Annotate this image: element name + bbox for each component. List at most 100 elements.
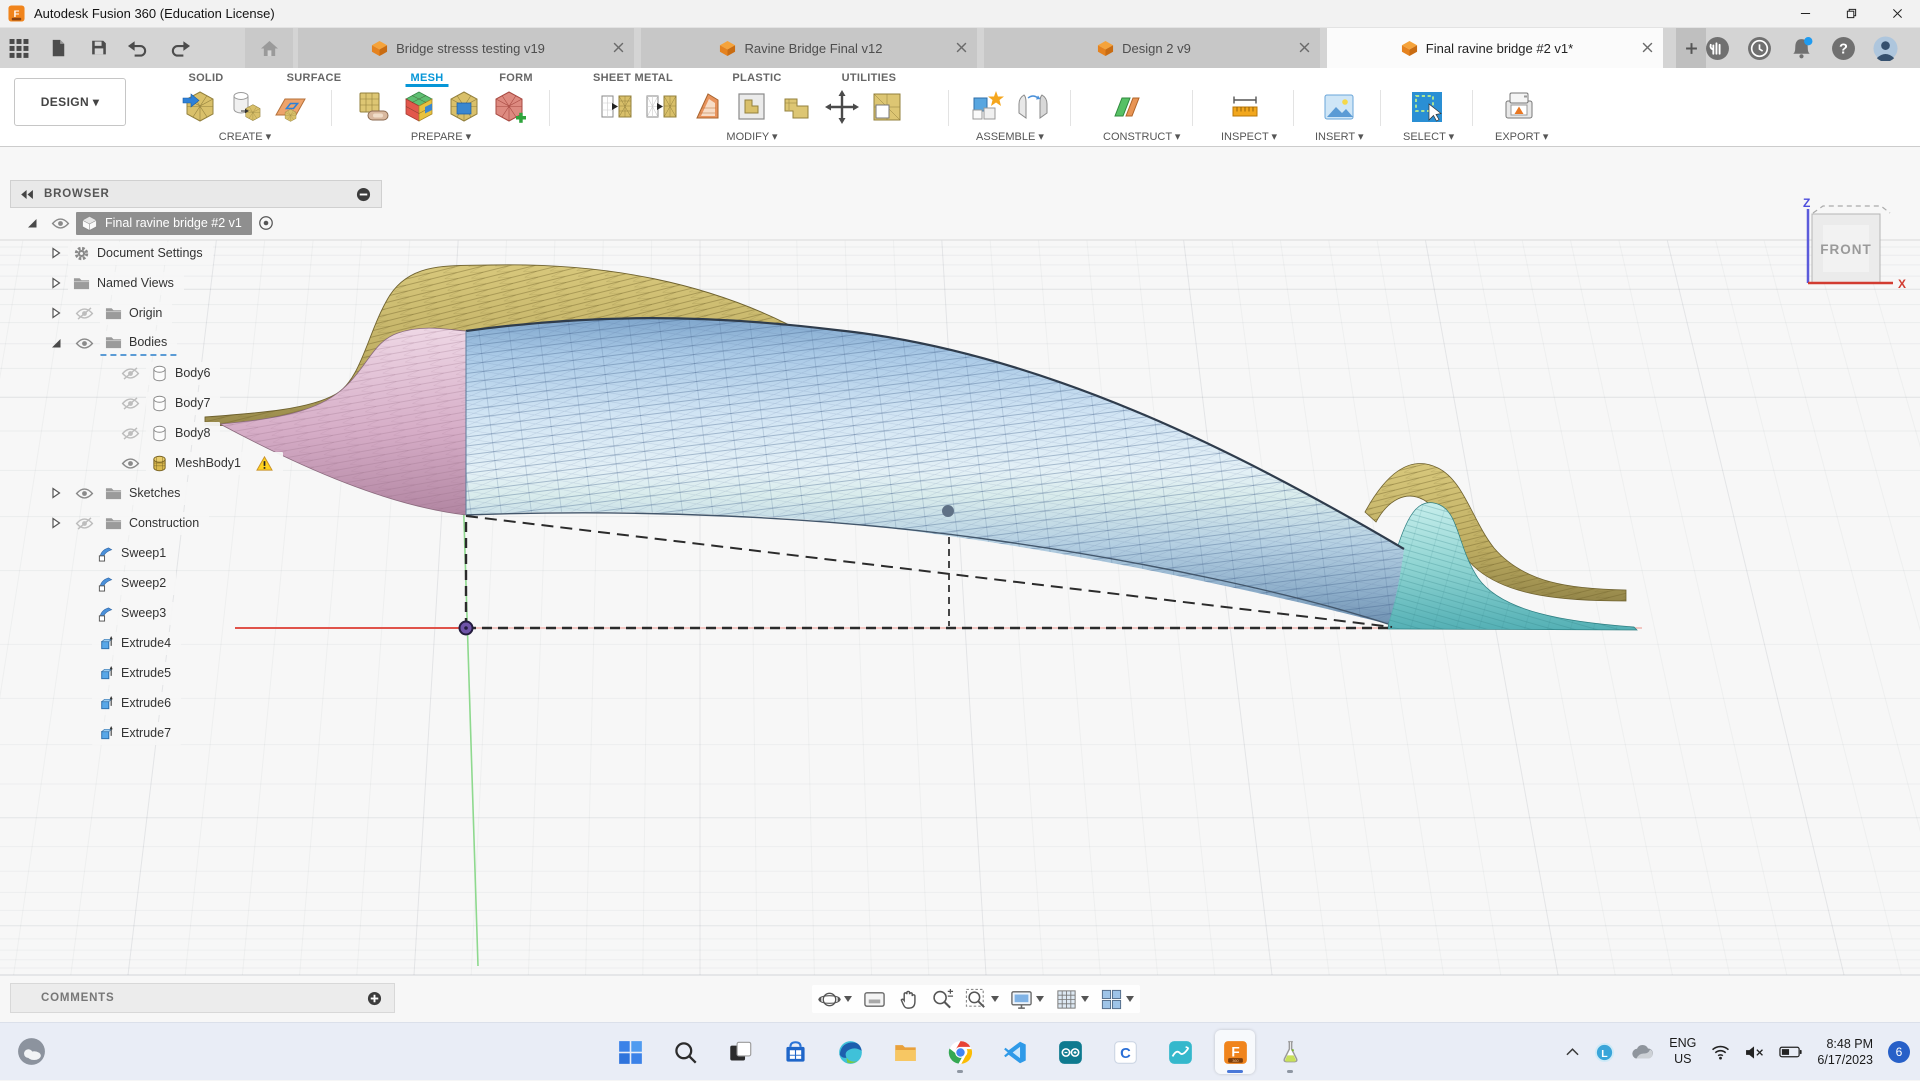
tab-close-icon[interactable] (1642, 41, 1653, 56)
tool-merge-add-button[interactable] (489, 87, 529, 127)
visibility-off-icon[interactable] (118, 367, 142, 380)
tool-reduce-button[interactable] (642, 87, 682, 127)
taskbar-vscode-button[interactable] (995, 1030, 1035, 1074)
minimize-button[interactable] (1782, 0, 1828, 27)
browser-row-document-settings[interactable]: Document Settings (50, 238, 382, 268)
document-tab-4[interactable]: Final ravine bridge #2 v1* (1327, 28, 1663, 68)
comments-bar[interactable]: COMMENTS (10, 983, 395, 1013)
tree-item[interactable]: Extrude5 (92, 662, 181, 685)
visibility-off-icon[interactable] (72, 307, 96, 320)
tree-item[interactable]: Extrude6 (92, 692, 181, 715)
group-menu-insert[interactable]: INSERT ▾ (1315, 130, 1363, 143)
browser-header[interactable]: BROWSER (10, 180, 382, 208)
tool-insert-image-button[interactable] (1319, 87, 1359, 127)
tool-remesh-button[interactable] (597, 87, 637, 127)
workspace-selector[interactable]: DESIGN ▾ (14, 78, 126, 126)
browser-row-body8[interactable]: Body8 (96, 418, 382, 448)
browser-row-extrude4[interactable]: Extrude4 (74, 628, 382, 658)
browser-row-extrude7[interactable]: Extrude7 (74, 718, 382, 748)
tree-item[interactable]: Body6 (146, 362, 220, 385)
notification-bell-button[interactable] (1789, 36, 1814, 61)
ribbon-tab-form[interactable]: FORM (494, 70, 538, 87)
tab-close-icon[interactable] (956, 41, 967, 56)
tray-battery-button[interactable] (1779, 1046, 1802, 1058)
nav-display-settings-button[interactable] (1010, 988, 1044, 1011)
browser-row-sweep3[interactable]: Sweep3 (74, 598, 382, 628)
taskbar-flask-app-button[interactable] (1270, 1030, 1310, 1074)
taskbar-c-app-button[interactable]: C (1105, 1030, 1145, 1074)
group-menu-prepare[interactable]: PREPARE ▾ (343, 130, 539, 143)
tree-item[interactable]: Named Views (68, 272, 184, 295)
tool-measure-button[interactable] (1225, 87, 1265, 127)
expander-closed-icon[interactable] (50, 247, 64, 259)
taskbar-sketch-app-button[interactable] (1160, 1030, 1200, 1074)
bridge-mesh-body[interactable] (466, 318, 1404, 624)
ribbon-tab-sheet-metal[interactable]: SHEET METAL (588, 70, 678, 87)
tool-mesh-section-button[interactable] (270, 87, 310, 127)
taskbar-fusion-360-button[interactable]: F360 (1215, 1030, 1255, 1074)
visibility-on-icon[interactable] (72, 337, 96, 350)
document-tab-2[interactable]: Ravine Bridge Final v12 (641, 28, 977, 68)
visibility-on-icon[interactable] (118, 457, 142, 470)
taskbar-windows-start-button[interactable] (610, 1030, 650, 1074)
tray-volume-mute-button[interactable] (1745, 1045, 1764, 1060)
nav-fit-button[interactable] (965, 988, 999, 1011)
ribbon-tab-plastic[interactable]: PLASTIC (727, 70, 786, 87)
viewport-3d[interactable]: FRONT Z X BROWSER Final ravine bridge #2… (0, 147, 1920, 1022)
browser-row-body7[interactable]: Body7 (96, 388, 382, 418)
browser-row-final-ravine-bridge-2-v1[interactable]: Final ravine bridge #2 v1 (26, 208, 382, 238)
close-button[interactable] (1874, 0, 1920, 27)
browser-row-meshbody1[interactable]: MeshBody1 (96, 448, 382, 478)
tree-item[interactable]: Sweep3 (92, 602, 176, 625)
taskbar-file-explorer-button[interactable] (885, 1030, 925, 1074)
browser-row-sweep2[interactable]: Sweep2 (74, 568, 382, 598)
taskbar-arduino-button[interactable] (1050, 1030, 1090, 1074)
tool-hollow-button[interactable] (732, 87, 772, 127)
tool-select-window-button[interactable] (1407, 87, 1447, 127)
expander-open-icon[interactable] (50, 337, 64, 349)
tree-item[interactable]: MeshBody1 (146, 452, 283, 475)
job-clock-button[interactable] (1747, 36, 1772, 61)
file-new-button[interactable] (47, 37, 73, 59)
browser-row-extrude5[interactable]: Extrude5 (74, 658, 382, 688)
home-button[interactable] (245, 28, 293, 68)
nav-pan-button[interactable] (897, 988, 920, 1011)
add-comment-button[interactable] (367, 991, 382, 1006)
taskbar-chrome-button[interactable] (940, 1030, 980, 1074)
sketch-point-marker[interactable] (942, 505, 954, 517)
expander-open-icon[interactable] (26, 217, 40, 229)
undo-button[interactable] (125, 36, 153, 60)
tool-paint-face-groups-button[interactable] (399, 87, 439, 127)
browser-row-body6[interactable]: Body6 (96, 358, 382, 388)
group-menu-create[interactable]: CREATE ▾ (169, 130, 321, 143)
visibility-off-icon[interactable] (118, 427, 142, 440)
ground-to-parent-icon[interactable] (258, 215, 274, 231)
tray-onedrive-cloud-button[interactable] (1630, 1044, 1654, 1060)
tree-item[interactable]: Final ravine bridge #2 v1 (76, 212, 252, 235)
group-menu-inspect[interactable]: INSPECT ▾ (1221, 130, 1269, 143)
tray-live-badge-button[interactable]: L (1594, 1042, 1615, 1063)
nav-orbit-button[interactable] (818, 988, 852, 1011)
tool-erase-fill-button[interactable] (687, 87, 727, 127)
browser-row-origin[interactable]: Origin (50, 298, 382, 328)
origin-point[interactable] (460, 622, 473, 635)
tool-new-component-button[interactable] (968, 87, 1008, 127)
tree-item[interactable]: Construction (100, 512, 209, 535)
tool-generate-face-groups-button[interactable] (354, 87, 394, 127)
tab-close-icon[interactable] (613, 41, 624, 56)
group-menu-modify[interactable]: MODIFY ▾ (570, 130, 934, 143)
help-button[interactable]: ? (1831, 36, 1856, 61)
browser-row-construction[interactable]: Construction (50, 508, 382, 538)
tree-item[interactable]: Body8 (146, 422, 220, 445)
browser-row-sweep1[interactable]: Sweep1 (74, 538, 382, 568)
tree-item[interactable]: Sweep2 (92, 572, 176, 595)
language-switcher[interactable]: ENGUS (1669, 1036, 1696, 1067)
tray-chevron-up-button[interactable] (1566, 1048, 1579, 1056)
expander-closed-icon[interactable] (50, 277, 64, 289)
document-tab-1[interactable]: Bridge stresss testing v19 (298, 28, 634, 68)
tab-close-icon[interactable] (1299, 41, 1310, 56)
group-menu-assemble[interactable]: ASSEMBLE ▾ (960, 130, 1060, 143)
tool-joint-button[interactable] (1013, 87, 1053, 127)
tool-combine-button[interactable] (777, 87, 817, 127)
ribbon-tab-mesh[interactable]: MESH (406, 70, 449, 87)
